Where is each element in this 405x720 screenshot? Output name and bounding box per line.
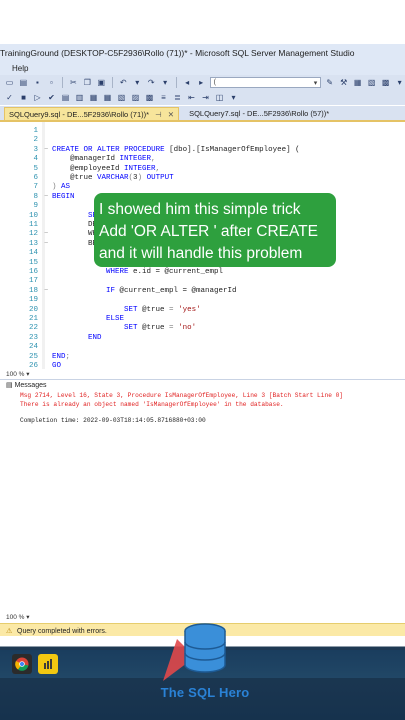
- tab-label: SQLQuery9.sql - DE...5F2936\Rollo (71))*: [9, 110, 150, 119]
- intellisense-icon[interactable]: ▨: [130, 92, 141, 103]
- toolbar-separator: [175, 77, 177, 88]
- copy-icon[interactable]: ❐: [82, 77, 93, 88]
- paste-icon[interactable]: ▣: [96, 77, 107, 88]
- chevron-down-icon: ▾: [26, 614, 30, 621]
- chevron-down-icon: ▾: [26, 371, 30, 378]
- messages-tab[interactable]: ▤ Messages: [0, 379, 405, 389]
- menu-bar: Help: [0, 62, 405, 76]
- caption-overlay: I showed him this simple trick Add 'OR A…: [94, 193, 336, 267]
- open-file-icon[interactable]: ▤: [18, 77, 29, 88]
- new-query-icon[interactable]: ▭: [4, 77, 15, 88]
- toolbar-options-icon[interactable]: ▾: [228, 92, 239, 103]
- navigate-backward-icon[interactable]: ◂: [182, 77, 193, 88]
- estimated-plan-icon[interactable]: ▥: [74, 92, 85, 103]
- messages-icon: ▤: [6, 382, 13, 389]
- sql-editor-toolbar: ✓ ■ ▷ ✔ ▤ ▥ ▦ ▦ ▧ ▨ ▩ ≡ ≣ ⇤ ⇥ ◫ ▾: [0, 90, 405, 105]
- status-text: Query completed with errors.: [17, 627, 107, 635]
- chrome-icon[interactable]: [12, 654, 32, 674]
- standard-toolbar: ▭ ▤ ▪ ▫ ✂ ❐ ▣ ↶ ▾ ↷ ▾ ◂ ▸ ( ▾ ✎ ⚒ ▦ ▧ ▩ …: [0, 75, 405, 90]
- chrome-logo: [15, 657, 29, 671]
- results-to-file-icon[interactable]: ▧: [116, 92, 127, 103]
- window-title: TrainingGround (DESKTOP-C5F2936\Rollo (7…: [0, 48, 355, 58]
- find-combo[interactable]: ( ▾: [209, 77, 322, 88]
- toolbar-separator: [111, 77, 113, 88]
- parse-icon[interactable]: ✓: [4, 92, 15, 103]
- specify-values-icon[interactable]: ◫: [214, 92, 225, 103]
- save-all-icon[interactable]: ▫: [46, 77, 57, 88]
- messages-zoom-value: 100 %: [6, 614, 25, 621]
- power-bi-icon[interactable]: [38, 654, 58, 674]
- navigate-forward-icon[interactable]: ▸: [196, 77, 207, 88]
- editor-zoom-level[interactable]: 100 % ▾: [0, 369, 405, 378]
- find-combo-value: (: [213, 79, 216, 86]
- registered-servers-icon[interactable]: ▩: [380, 77, 391, 88]
- chevron-down-icon: ▾: [313, 79, 318, 87]
- close-icon[interactable]: ✕: [168, 110, 174, 119]
- stop-icon[interactable]: ■: [18, 92, 29, 103]
- error-message-line: There is already an object named 'IsMana…: [20, 401, 284, 408]
- menu-item-help[interactable]: Help: [12, 64, 28, 73]
- object-explorer-icon[interactable]: ▦: [352, 77, 363, 88]
- pin-icon[interactable]: ⊣: [155, 110, 162, 119]
- wrench-icon[interactable]: ⚒: [338, 77, 349, 88]
- save-icon[interactable]: ▪: [32, 77, 43, 88]
- increase-indent-icon[interactable]: ⇥: [200, 92, 211, 103]
- tab-sqlquery9[interactable]: SQLQuery9.sql - DE...5F2936\Rollo (71))*…: [4, 107, 180, 120]
- check-syntax-icon[interactable]: ✔: [46, 92, 57, 103]
- comment-icon[interactable]: ≡: [158, 92, 169, 103]
- decrease-indent-icon[interactable]: ⇤: [186, 92, 197, 103]
- tab-label: SQLQuery7.sql - DE...5F2936\Rollo (57))*: [189, 109, 330, 118]
- the-sql-hero-logo: The SQL Hero: [155, 617, 255, 703]
- cut-icon[interactable]: ✂: [68, 77, 79, 88]
- document-tabs: SQLQuery9.sql - DE...5F2936\Rollo (71))*…: [0, 106, 405, 120]
- caption-line: I showed him this simple trick: [99, 201, 301, 218]
- messages-tab-label: Messages: [14, 382, 47, 389]
- undo-icon[interactable]: ↶: [118, 77, 129, 88]
- client-statistics-icon[interactable]: ▩: [144, 92, 155, 103]
- warning-icon: ⚠: [6, 628, 13, 635]
- undo-dropdown-icon[interactable]: ▾: [132, 77, 143, 88]
- redo-icon[interactable]: ↷: [146, 77, 157, 88]
- editor-zoom-value: 100 %: [6, 371, 25, 378]
- results-to-text-icon[interactable]: ▤: [60, 92, 71, 103]
- toolbar-options-icon[interactable]: ▾: [394, 77, 405, 88]
- uncomment-icon[interactable]: ≣: [172, 92, 183, 103]
- video-top-band: [0, 0, 405, 40]
- messages-pane: Msg 2714, Level 16, State 3, Procedure I…: [0, 390, 405, 612]
- caption-line: Add 'OR ALTER ' after CREATE: [99, 223, 318, 240]
- toolbar-separator: [61, 77, 63, 88]
- debug-icon[interactable]: ▷: [32, 92, 43, 103]
- power-bi-logo: [44, 659, 52, 669]
- tab-sqlquery7[interactable]: SQLQuery7.sql - DE...5F2936\Rollo (57))*: [185, 107, 333, 120]
- toolbox-icon[interactable]: ▧: [366, 77, 377, 88]
- query-options-icon[interactable]: ▦: [88, 92, 99, 103]
- properties-icon[interactable]: ✎: [324, 77, 335, 88]
- watermark-text: The SQL Hero: [160, 685, 250, 700]
- error-message-line: Msg 2714, Level 16, State 3, Procedure I…: [20, 392, 344, 399]
- redo-dropdown-icon[interactable]: ▾: [160, 77, 171, 88]
- database-hero-icon: [163, 623, 226, 681]
- completion-time: Completion time: 2022-09-03T18:14:05.871…: [20, 417, 206, 424]
- results-to-grid-icon[interactable]: ▦: [102, 92, 113, 103]
- window-title-bar: TrainingGround (DESKTOP-C5F2936\Rollo (7…: [0, 44, 405, 62]
- caption-line: and it will handle this problem: [99, 245, 303, 262]
